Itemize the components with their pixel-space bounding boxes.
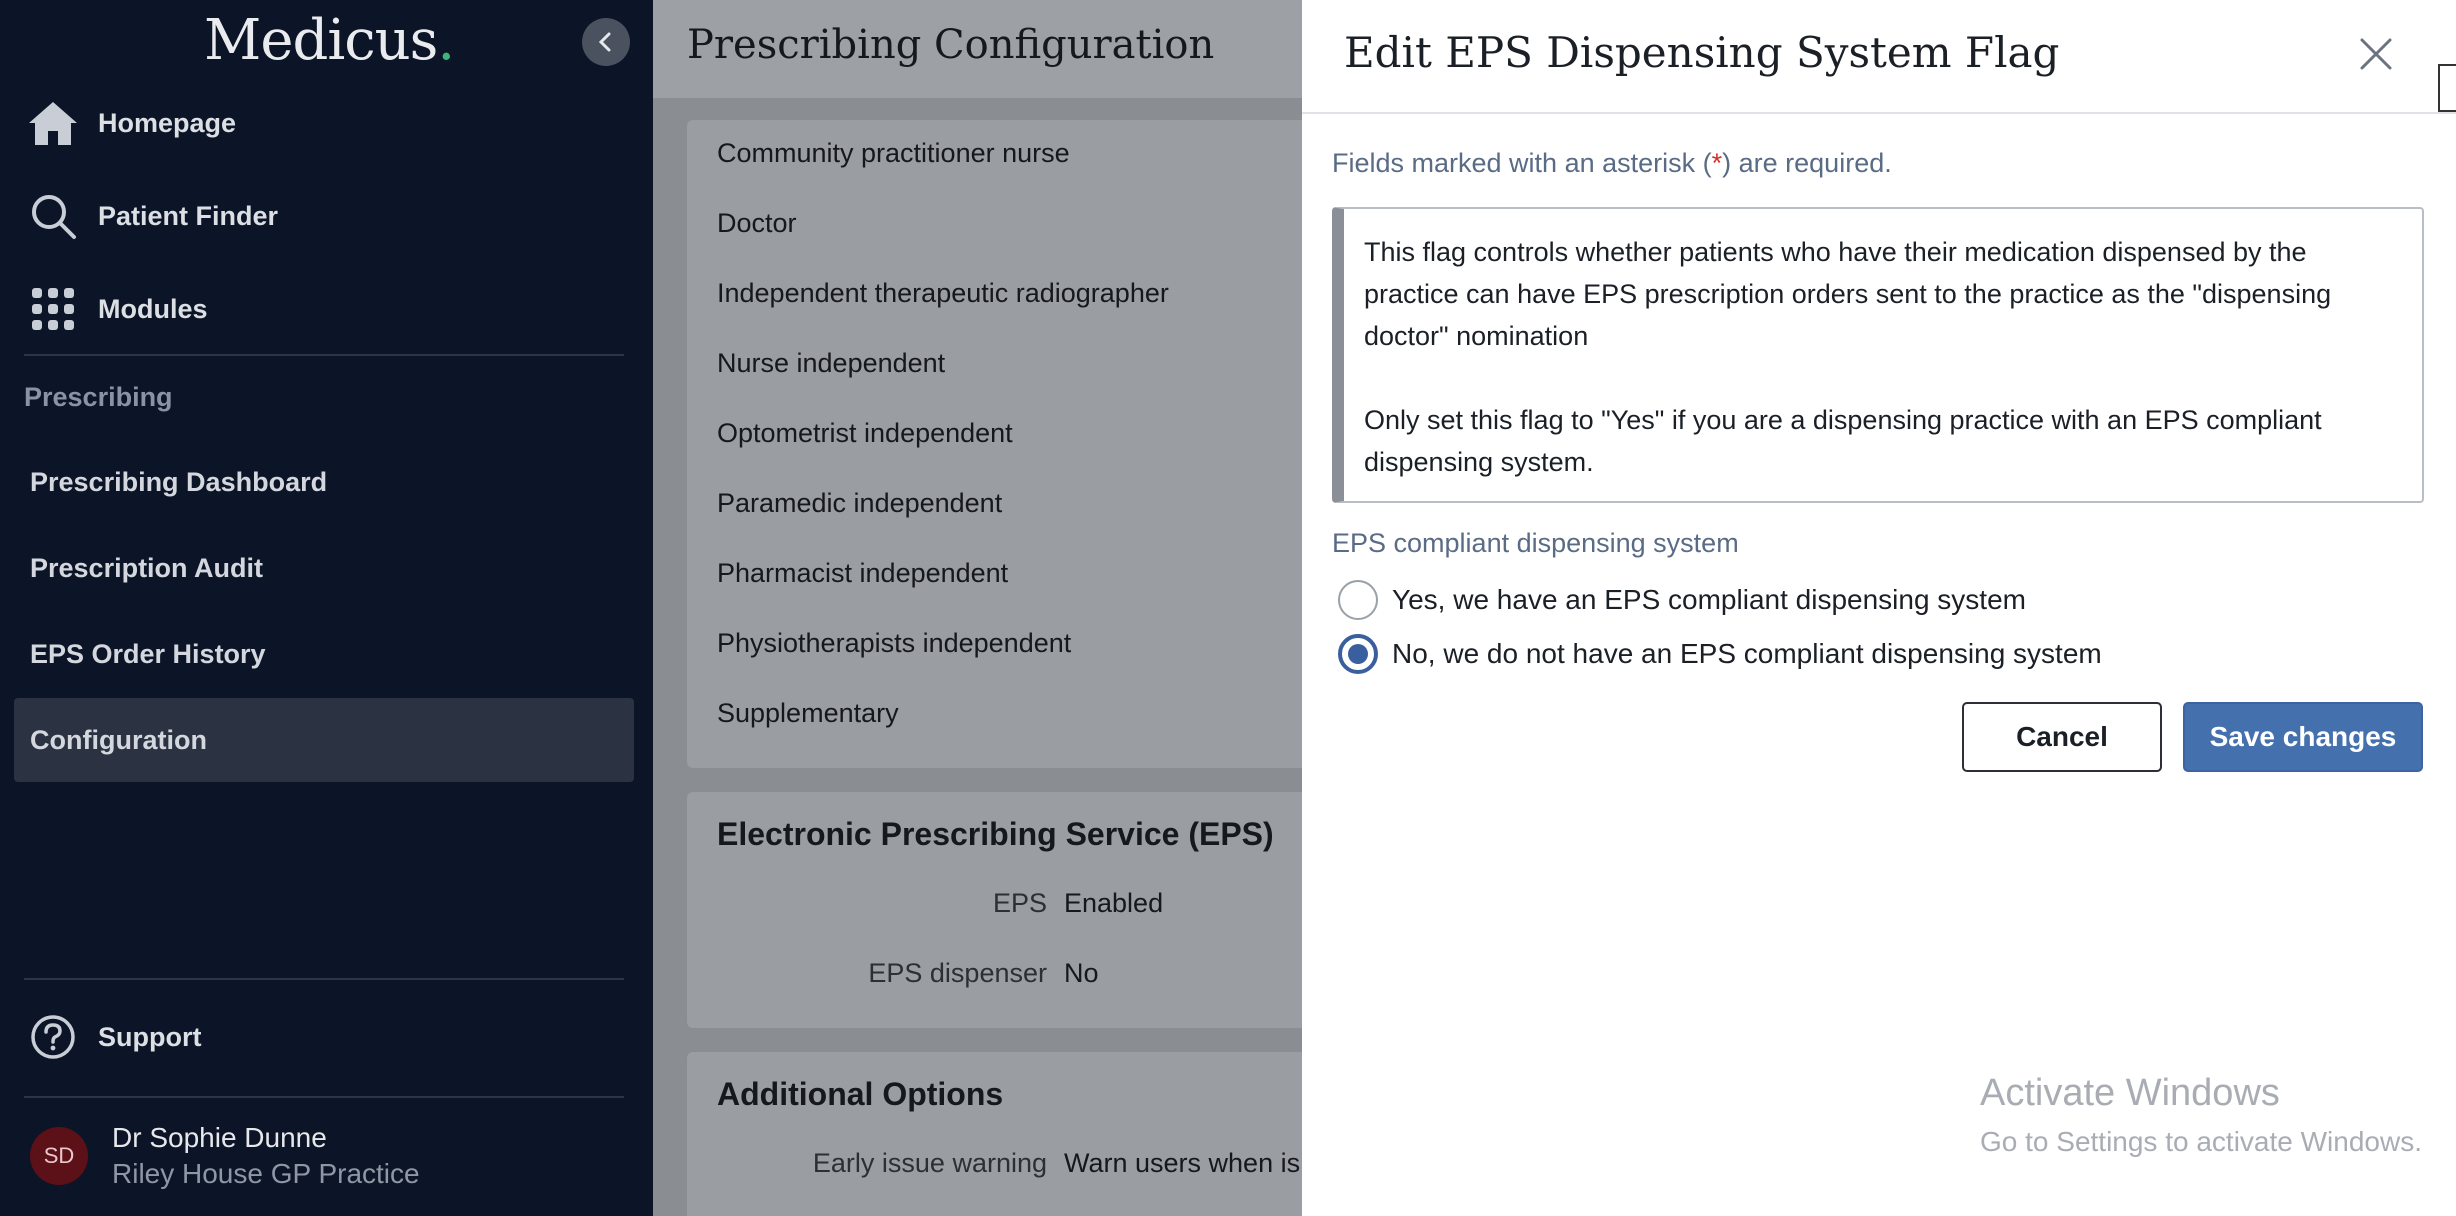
eps-value: Enabled — [1064, 888, 1164, 918]
list-item: Community practitioner nurse — [717, 138, 1070, 168]
close-icon — [2360, 38, 2392, 70]
user-practice: Riley House GP Practice — [112, 1158, 420, 1189]
sidebar-divider — [24, 1096, 624, 1098]
page-title: Prescribing Configuration — [687, 22, 1215, 68]
radio-option-yes[interactable]: Yes, we have an EPS compliant dispensing… — [1338, 580, 2026, 620]
nav-homepage-label: Homepage — [98, 107, 237, 138]
activate-windows-subtitle: Go to Settings to activate Windows. — [1980, 1126, 2422, 1157]
nav-modules-label: Modules — [98, 293, 208, 324]
list-item: Pharmacist independent — [717, 558, 1009, 588]
list-item: Nurse independent — [717, 348, 946, 378]
required-fields-note: Fields marked with an asterisk (*) are r… — [1332, 148, 1892, 178]
edit-flag-panel: Edit EPS Dispensing System Flag Fields m… — [1302, 0, 2456, 1216]
sidebar-item-prescription-audit[interactable]: Prescription Audit — [14, 526, 634, 610]
user-name: Dr Sophie Dunne — [112, 1122, 327, 1153]
additional-options-title: Additional Options — [717, 1076, 1004, 1112]
sidebar-item-configuration[interactable]: Configuration — [14, 698, 634, 782]
nav-modules[interactable]: Modules — [0, 274, 653, 344]
list-item: Independent therapeutic radiographer — [717, 278, 1169, 308]
save-changes-button[interactable]: Save changes — [2183, 702, 2423, 772]
user-profile[interactable]: SD Dr Sophie Dunne Riley House GP Practi… — [30, 1122, 420, 1190]
nav-patient-finder[interactable]: Patient Finder — [0, 181, 653, 251]
activate-windows-title: Activate Windows — [1980, 1072, 2280, 1114]
sidebar: Medicus. Homepage Patient Finder Modules… — [0, 0, 653, 1216]
edge-tab — [2438, 64, 2456, 112]
avatar: SD — [30, 1127, 88, 1185]
early-issue-value: Warn users when is — [1064, 1148, 1301, 1178]
eps-dispenser-value: No — [1064, 958, 1099, 988]
close-button[interactable] — [2352, 30, 2400, 78]
info-callout: This flag controls whether patients who … — [1332, 207, 2424, 503]
sidebar-item-eps-order-history[interactable]: EPS Order History — [14, 612, 634, 696]
radio-button-no[interactable] — [1338, 634, 1378, 674]
collapse-sidebar-button[interactable] — [582, 18, 630, 66]
radio-label-yes: Yes, we have an EPS compliant dispensing… — [1392, 584, 2026, 615]
radio-group-label: EPS compliant dispensing system — [1332, 528, 1739, 558]
list-item: Paramedic independent — [717, 488, 1003, 518]
nav-support-label: Support — [98, 1021, 202, 1052]
search-icon — [26, 189, 80, 243]
sidebar-divider — [24, 354, 624, 356]
section-label-prescribing: Prescribing — [24, 382, 173, 412]
grid-icon — [26, 282, 80, 336]
list-item: Supplementary — [717, 698, 899, 728]
radio-label-no: No, we do not have an EPS compliant disp… — [1392, 638, 2102, 669]
eps-key: EPS — [992, 888, 1047, 918]
panel-title: Edit EPS Dispensing System Flag — [1344, 28, 2060, 77]
brand-logo[interactable]: Medicus. — [204, 8, 455, 73]
sidebar-divider — [24, 978, 624, 980]
eps-dispenser-key: EPS dispenser — [868, 958, 1047, 988]
home-icon — [26, 96, 80, 150]
list-item: Optometrist independent — [717, 418, 1013, 448]
radio-option-no[interactable]: No, we do not have an EPS compliant disp… — [1338, 634, 2102, 674]
sidebar-item-prescribing-dashboard[interactable]: Prescribing Dashboard — [14, 440, 634, 524]
info-paragraph: This flag controls whether patients who … — [1364, 237, 2332, 351]
help-icon — [26, 1010, 80, 1064]
nav-homepage[interactable]: Homepage — [0, 88, 653, 158]
list-item: Doctor — [717, 208, 797, 238]
list-item: Physiotherapists independent — [717, 628, 1072, 658]
early-issue-key: Early issue warning — [812, 1148, 1047, 1178]
eps-card-title: Electronic Prescribing Service (EPS) — [717, 816, 1274, 852]
info-paragraph: Only set this flag to "Yes" if you are a… — [1364, 405, 2322, 477]
cancel-button[interactable]: Cancel — [1962, 702, 2162, 772]
nav-patient-finder-label: Patient Finder — [98, 200, 279, 231]
panel-header: Edit EPS Dispensing System Flag — [1302, 0, 2456, 114]
chevron-left-icon — [598, 32, 611, 52]
nav-support[interactable]: Support — [0, 1002, 653, 1072]
radio-button-yes[interactable] — [1338, 580, 1378, 620]
